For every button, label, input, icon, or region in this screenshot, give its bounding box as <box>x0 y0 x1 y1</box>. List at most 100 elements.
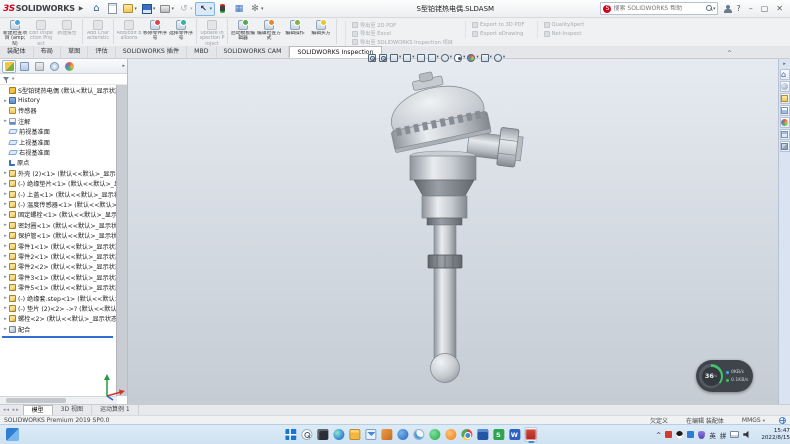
tree-item[interactable]: ▸ 配合 <box>0 324 116 334</box>
home-button[interactable] <box>89 3 104 15</box>
options-button[interactable]: ▾ <box>248 3 266 15</box>
tree-item[interactable]: 上视基准面 <box>0 137 116 147</box>
export-menu-item[interactable]: Export to 3D PDF <box>472 21 525 30</box>
model-ball-tip[interactable] <box>431 354 460 383</box>
model-head-body[interactable] <box>410 156 476 180</box>
tab-dimxpertmanager[interactable] <box>47 60 61 73</box>
word-icon[interactable]: W <box>508 427 521 442</box>
tray-shield-icon[interactable] <box>698 431 705 439</box>
tree-vertical-scrollbar[interactable] <box>116 85 127 396</box>
scrollbar-thumb[interactable] <box>6 398 66 403</box>
ribbon-button[interactable]: 编辑检查方式 <box>257 19 282 47</box>
ribbon-tab[interactable]: 布局 <box>34 46 61 58</box>
rebuild-button[interactable] <box>216 3 231 15</box>
app-green-tile-icon[interactable]: S <box>492 427 505 442</box>
search-caret-icon[interactable]: ▾ <box>713 6 716 12</box>
tab-view-palette[interactable] <box>780 105 790 116</box>
tray-app-blue-icon[interactable] <box>687 431 694 438</box>
tree-filter-bar[interactable]: ▾ <box>0 74 127 85</box>
app-blue-book-icon[interactable] <box>476 427 489 442</box>
tree-item[interactable]: ▸ 外壳 (2)<1> (默认<<默认>_显示状态 <box>0 168 116 178</box>
search-button[interactable] <box>300 427 313 442</box>
sign-in-icon[interactable] <box>724 5 732 13</box>
tree-expand-icon[interactable]: ▸ <box>2 118 9 124</box>
export-menu-item[interactable]: 导出至 Excel <box>352 30 453 39</box>
model-probe-tube[interactable] <box>434 225 456 361</box>
new-document-button[interactable] <box>105 3 120 15</box>
tree-item[interactable]: ▸ (-) 垫片 (2)<2> ->? (默认<<默认> <box>0 303 116 313</box>
section-view-icon[interactable]: ▾ <box>403 54 414 62</box>
ribbon-button[interactable]: 新建报告 <box>55 19 80 47</box>
ribbon-button[interactable] <box>113 19 114 44</box>
tab-scroll-buttons[interactable]: ◂◂ ▸▸ <box>0 405 23 415</box>
ribbon-button[interactable] <box>196 19 197 44</box>
dynamic-annotation-views-icon[interactable] <box>417 54 426 62</box>
rollback-bar[interactable] <box>2 336 113 338</box>
tree-item[interactable]: S型铂铑热电偶 (默认<默认_显示状态-1 <box>0 85 116 95</box>
hide-show-items-icon[interactable]: ▾ <box>454 54 465 62</box>
tree-item[interactable]: 传感器 <box>0 106 116 116</box>
tray-qq-icon[interactable] <box>676 431 683 439</box>
tree-expand-icon[interactable]: ▸ <box>2 295 9 301</box>
help-button[interactable]: ? <box>732 4 744 13</box>
panel-tab-overflow-icon[interactable]: ▸ <box>122 63 125 69</box>
minimize-button[interactable]: – <box>745 4 757 13</box>
document-tab[interactable]: 3D 视图 <box>53 405 92 415</box>
ribbon-button[interactable]: 选择零件序号 <box>169 19 194 47</box>
model-collar[interactable] <box>422 196 467 218</box>
ribbon-button[interactable]: Update Inspection Project <box>200 19 225 47</box>
help-search-box[interactable]: S ▾ <box>600 2 718 15</box>
task-view-button[interactable] <box>316 427 329 442</box>
ribbon-tab[interactable]: 装配体 <box>0 46 34 58</box>
ribbon-tab[interactable]: 草图 <box>61 46 88 58</box>
taskbar-clock[interactable]: 15:47 2022/8/15 <box>761 428 790 442</box>
volume-icon[interactable] <box>743 431 751 439</box>
collapse-ribbon-icon[interactable]: ^ <box>727 48 732 60</box>
tab-file-explorer[interactable] <box>780 93 790 104</box>
display-style-icon[interactable]: ▾ <box>441 54 452 62</box>
task-pane-expand-icon[interactable]: ▸ <box>783 61 786 67</box>
tree-item[interactable]: ▸ 零件3<1> (默认<<默认>_显示状态 <box>0 272 116 282</box>
tree-item[interactable]: 原点 <box>0 158 116 168</box>
widgets-button[interactable] <box>6 428 19 441</box>
tree-expand-icon[interactable]: ▸ <box>2 264 9 270</box>
tree-item[interactable]: ▸ 螺栓<2> (默认<<默认>_显示状态 <box>0 314 116 324</box>
tree-expand-icon[interactable]: ▸ <box>2 326 9 332</box>
tray-expand-icon[interactable]: ^ <box>656 431 661 439</box>
tree-expand-icon[interactable]: ▸ <box>2 170 9 176</box>
document-tab[interactable]: 运动算例 1 <box>92 405 139 415</box>
tree-item[interactable]: ▸ 密封圈<1> (默认<<默认>_显示状态 <box>0 220 116 230</box>
touch-keyboard-icon[interactable] <box>730 431 739 438</box>
export-menu-item[interactable]: Net-Inspect <box>544 30 585 39</box>
ribbon-tab[interactable]: 评估 <box>88 46 115 58</box>
tree-item[interactable]: ▸ 零件2<2> (默认<<默认>_显示状态 <box>0 262 116 272</box>
close-button[interactable]: ✕ <box>772 4 787 13</box>
app-green-circle-icon[interactable] <box>428 427 441 442</box>
tree-expand-icon[interactable]: ▸ <box>2 274 9 280</box>
tree-item[interactable]: ▸ 固定螺栓<1> (默认<<默认>_显示状态 <box>0 210 116 220</box>
save-button[interactable]: ▾ <box>140 3 158 15</box>
tree-expand-icon[interactable]: ▸ <box>2 181 9 187</box>
graphics-viewport[interactable]: 36% 0KB/s 0.1KB/s <box>128 59 778 404</box>
app-light-circle-icon[interactable] <box>412 427 425 442</box>
tab-solidworks-cam[interactable] <box>780 141 790 152</box>
tab-configurationmanager[interactable] <box>32 60 46 73</box>
restore-button[interactable]: ▢ <box>757 4 773 13</box>
ribbon-button[interactable] <box>227 19 228 44</box>
app-blue-circle-icon[interactable] <box>396 427 409 442</box>
tree-expand-icon[interactable]: ▸ <box>2 253 9 259</box>
print-button[interactable]: ▾ <box>158 3 176 15</box>
file-explorer-icon[interactable] <box>348 427 361 442</box>
tree-item[interactable]: ▸ 零件2<1> (默认<<默认>_显示状态 <box>0 251 116 261</box>
edit-appearance-icon[interactable]: ▾ <box>467 54 478 62</box>
tab-propertymanager[interactable] <box>17 60 31 73</box>
tree-expand-icon[interactable]: ▸ <box>2 222 9 228</box>
tab-solidworks-resources[interactable] <box>780 69 790 80</box>
web-help-icon[interactable] <box>779 417 786 424</box>
app-orange-circle-icon[interactable] <box>444 427 457 442</box>
tab-displaymanager[interactable] <box>62 60 76 73</box>
apply-scene-icon[interactable]: ▾ <box>481 54 492 62</box>
ribbon-tab[interactable]: SOLIDWORKS CAM <box>217 46 290 58</box>
export-menu-item[interactable]: 导出至 2D PDF <box>352 21 453 30</box>
search-input[interactable] <box>613 5 705 12</box>
